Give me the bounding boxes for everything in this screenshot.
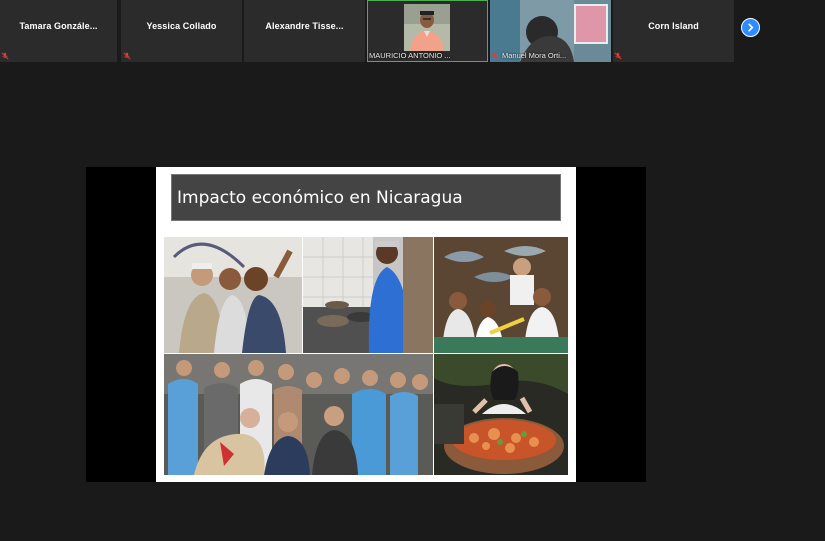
photo-fishermen-boat bbox=[164, 237, 302, 353]
slide-title: Impacto económico en Nicaragua bbox=[177, 188, 463, 208]
participant-tile-manuel[interactable]: Manuel Mora Orti... bbox=[490, 0, 611, 62]
photo-collage bbox=[164, 237, 568, 475]
microphone-muted-icon bbox=[123, 52, 131, 60]
photo-fish-group bbox=[434, 237, 568, 353]
participant-tile-tamara[interactable]: Tamara Gonzále... bbox=[0, 0, 117, 62]
participant-tile-corn-island[interactable]: Corn Island bbox=[613, 0, 734, 62]
photo-seafood-dish bbox=[434, 354, 568, 475]
microphone-muted-icon bbox=[491, 52, 499, 60]
participant-name: Alexandre Tisse... bbox=[265, 21, 344, 31]
participant-name: Manuel Mora Orti... bbox=[502, 51, 567, 60]
participant-name: MAURICIO ANTONIO ... bbox=[369, 51, 451, 60]
microphone-muted-icon bbox=[614, 52, 622, 60]
shared-screen: Impacto económico en Nicaragua bbox=[86, 167, 646, 482]
participant-tile-alexandre[interactable]: Alexandre Tisse... bbox=[244, 0, 365, 62]
photo-cooking bbox=[303, 237, 433, 353]
presentation-slide: Impacto económico en Nicaragua bbox=[156, 167, 576, 482]
photo-team-group bbox=[164, 354, 433, 475]
slide-title-box: Impacto económico en Nicaragua bbox=[171, 174, 561, 221]
chevron-right-icon bbox=[748, 23, 754, 32]
participant-strip: Tamara Gonzále... Yessica Collado Alexan… bbox=[0, 0, 825, 64]
participant-tile-yessica[interactable]: Yessica Collado bbox=[121, 0, 242, 62]
participant-name: Yessica Collado bbox=[146, 21, 217, 31]
microphone-muted-icon bbox=[1, 52, 9, 60]
participant-name: Corn Island bbox=[648, 21, 699, 31]
participant-name: Tamara Gonzále... bbox=[19, 21, 98, 31]
participant-video bbox=[404, 4, 450, 51]
participant-tile-mauricio[interactable]: MAURICIO ANTONIO ... bbox=[367, 0, 488, 62]
next-page-button[interactable] bbox=[741, 18, 760, 37]
